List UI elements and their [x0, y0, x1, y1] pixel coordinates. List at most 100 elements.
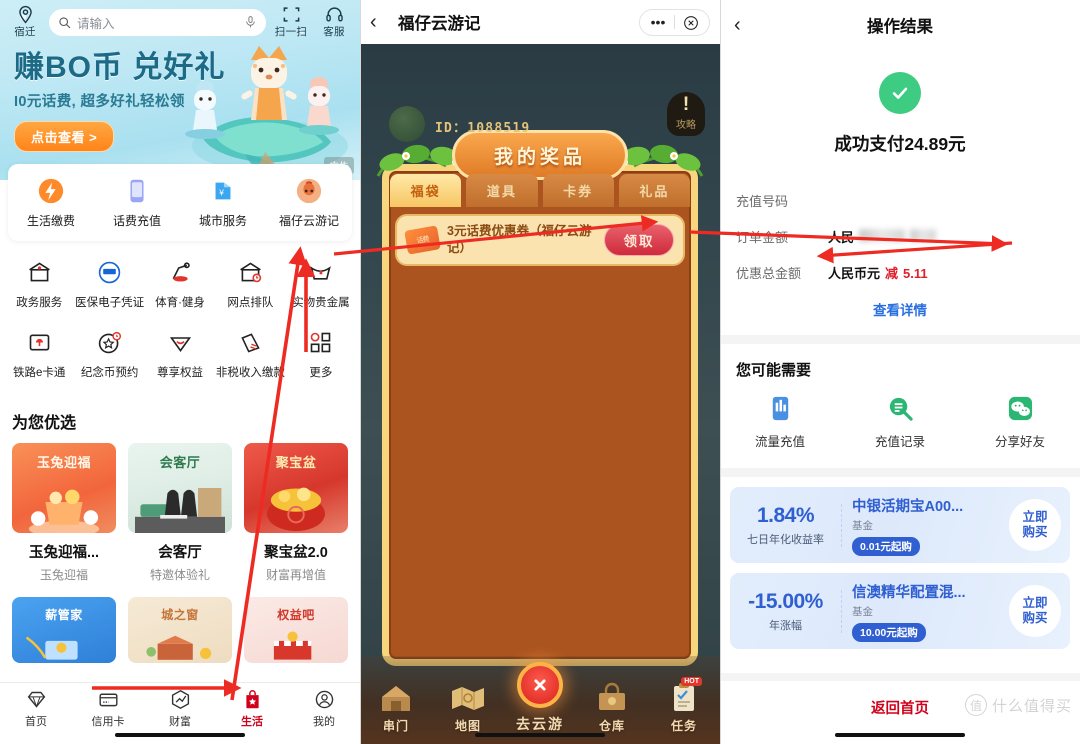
data-plan-icon [766, 394, 794, 422]
game-header: ‹ 福仔云游记 ••• [360, 0, 720, 44]
card-subtitle: 玉兔迎福 [39, 568, 88, 582]
card-subtitle: 特邀体验礼 [149, 568, 210, 582]
quick-service-label: 福仔云游记 [278, 214, 339, 228]
prize-tab-daoju[interactable]: 道具 [466, 174, 538, 207]
quick-service-city-service[interactable]: ¥ 城市服务 [180, 176, 266, 229]
prize-icon-text: 话费 [416, 236, 430, 245]
you-may-need-title: 您可能需要 [736, 362, 812, 379]
card-image: 玉兔迎福 [12, 443, 116, 533]
service-privilege[interactable]: 尊享权益 [145, 327, 215, 380]
tab-home[interactable]: 首页 [0, 689, 72, 729]
card-image: 城之窗 [128, 597, 232, 663]
prize-board-title: 我的奖品 [452, 130, 628, 180]
game-nav-go-cloud-travel[interactable]: 去云游 [504, 662, 576, 734]
tab-wealth[interactable]: 财富 [144, 689, 216, 729]
quick-service-phone-topup[interactable]: 话费充值 [94, 176, 180, 229]
game-title: 福仔云游记 [398, 15, 481, 33]
game-nav-task[interactable]: HOT 任务 [648, 677, 720, 734]
service-branch-queue[interactable]: 网点排队 [215, 257, 285, 310]
card-badge: 权益吧 [277, 608, 315, 622]
game-nav-warehouse[interactable]: 仓库 [576, 681, 648, 734]
quick-services-card: 生活缴费 话费充值 ¥ 城市服务 福仔云游记 [8, 164, 352, 241]
location-button[interactable]: 宿迁 [8, 5, 42, 39]
page-title: 操作结果 [867, 18, 933, 36]
fund-card[interactable]: -15.00% 年涨幅 信澳精华配置混... 基金 10.00元起购 立即 购买 [730, 573, 1070, 649]
card-badge: 会客厅 [159, 455, 201, 470]
payment-result-panel: ‹ 操作结果 成功支付24.89元 充值号码 订单金额 人民 优惠总金额 人民币… [720, 0, 1080, 744]
hero-headline: 赚BO币 兑好礼 [14, 51, 226, 84]
buy-now-button[interactable]: 立即 购买 [1009, 585, 1061, 637]
recommendation-card[interactable]: 聚宝盆 聚宝盆2.0 财富再增值 [244, 443, 348, 583]
game-nav-visit[interactable]: 串门 [360, 681, 432, 734]
hero-banner[interactable]: 宿迁 请输入 扫一扫 客服 赚BO币 兑好礼 I0元话费, 超多好礼轻松领 点击… [0, 0, 360, 180]
card-image: 会客厅 [128, 443, 232, 533]
scan-button[interactable]: 扫一扫 [273, 5, 309, 39]
prize-tab-lipin[interactable]: 礼品 [618, 174, 690, 207]
prize-board: 我的奖品 福袋 道具 卡券 礼品 话费 3元话费优惠券（福仔云游记） 领取 [376, 130, 704, 666]
tab-label: 财富 [169, 716, 191, 728]
railway-card-icon [24, 327, 54, 357]
microphone-icon[interactable] [244, 14, 257, 30]
close-x-icon[interactable] [517, 662, 563, 708]
recommendation-card[interactable]: 城之窗 [128, 597, 232, 663]
tab-credit-card[interactable]: 信用卡 [72, 689, 144, 729]
recommendation-section-title: 为您优选 [12, 415, 77, 432]
need-share-friend[interactable]: 分享好友 [960, 394, 1080, 450]
fuzai-game-icon [294, 176, 324, 206]
service-coin-reservation[interactable]: 纪念币预约 [74, 327, 144, 380]
buy-now-button[interactable]: 立即 购买 [1009, 499, 1061, 551]
row-value-text: 人民币元 [828, 265, 881, 281]
phone-bill-coupon-icon: 话费 [404, 225, 441, 255]
service-more[interactable]: 更多 [286, 327, 356, 380]
fund-card[interactable]: 1.84% 七日年化收益率 中银活期宝A00... 基金 0.01元起购 立即 … [730, 487, 1070, 563]
prize-tab-fudai[interactable]: 福袋 [390, 174, 462, 207]
prize-tabs: 福袋 道具 卡券 礼品 [390, 174, 690, 207]
quick-service-utility-payment[interactable]: 生活缴费 [8, 176, 94, 229]
claim-button[interactable]: 领取 [604, 224, 674, 256]
government-icon [24, 257, 54, 287]
row-key: 充值号码 [736, 193, 789, 209]
fund-percent: 1.84% [756, 503, 815, 527]
customer-service-button[interactable]: 客服 [316, 5, 352, 39]
fund-recommendations: 1.84% 七日年化收益率 中银活期宝A00... 基金 0.01元起购 立即 … [720, 477, 1080, 673]
back-button[interactable]: ‹ [370, 12, 394, 32]
guide-button[interactable]: ! 攻略 [667, 92, 705, 136]
service-government[interactable]: 政务服务 [4, 257, 74, 310]
service-railway-card[interactable]: 铁路e卡通 [4, 327, 74, 380]
quick-service-fuzai-game[interactable]: 福仔云游记 [266, 176, 352, 229]
tab-label: 首页 [25, 716, 47, 728]
house-visit-icon [382, 686, 410, 711]
close-icon[interactable] [675, 13, 707, 30]
recommendation-card[interactable]: 玉兔迎福 玉兔迎福... 玉兔迎福 [12, 443, 116, 583]
tab-life[interactable]: 生活 [216, 689, 288, 729]
player-id: ID：1088519 [435, 121, 531, 136]
masked-amount-2 [910, 228, 937, 242]
need-data-plan[interactable]: 流量充值 [720, 394, 840, 450]
tab-profile[interactable]: 我的 [288, 689, 360, 729]
service-medical-insurance[interactable]: 医保电子凭证 [74, 257, 144, 310]
branch-queue-icon [235, 257, 265, 287]
recommendation-card[interactable]: 会客厅 会客厅 特邀体验礼 [128, 443, 232, 583]
order-row-recharge-number: 充值号码 [736, 182, 1064, 218]
recommendation-card[interactable]: 权益吧 [244, 597, 348, 663]
payment-result: 成功支付24.89元 [720, 50, 1080, 182]
player-avatar[interactable] [389, 106, 425, 142]
recommendation-card[interactable]: 薪管家 [12, 597, 116, 663]
card-badge: 城之窗 [161, 608, 199, 622]
service-nontax-payment[interactable]: 非税收入缴款 [215, 327, 285, 380]
service-precious-metal[interactable]: 实物贵金属 [286, 257, 356, 310]
service-label: 医保电子凭证 [75, 297, 145, 309]
search-input[interactable]: 请输入 [49, 8, 266, 36]
row-value-text: 人民 [828, 229, 855, 245]
service-fitness[interactable]: 体育·健身 [145, 257, 215, 310]
need-recharge-history[interactable]: 充值记录 [840, 394, 960, 450]
view-detail-link[interactable]: 查看详情 [720, 290, 1080, 335]
phone-topup-icon [122, 176, 152, 206]
need-label: 分享好友 [994, 435, 1045, 449]
hero-cta-button[interactable]: 点击查看 > [14, 120, 115, 152]
you-may-need-section: 您可能需要 流量充值 充值记录 分享好友 [720, 344, 1080, 468]
prize-tab-kaquan[interactable]: 卡券 [542, 174, 614, 207]
more-options-button[interactable]: ••• [642, 14, 674, 30]
prize-item-row: 话费 3元话费优惠券（福仔云游记） 领取 [395, 214, 685, 266]
game-nav-map[interactable]: 地图 [432, 681, 504, 734]
